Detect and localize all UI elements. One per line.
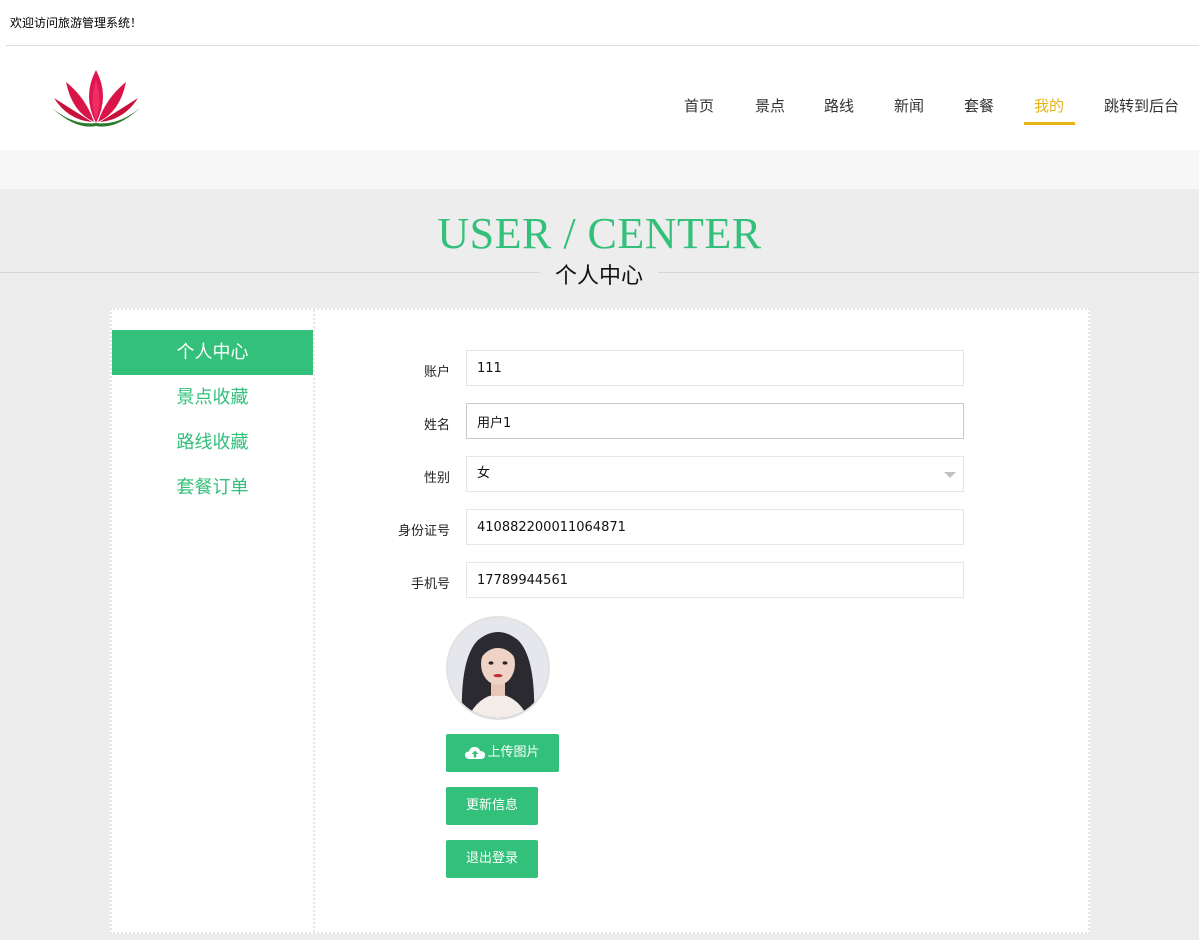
- welcome-text: 欢迎访问旅游管理系统！: [10, 16, 143, 30]
- cloud-upload-icon: [465, 746, 486, 759]
- update-info-button[interactable]: 更新信息: [446, 787, 538, 825]
- header: [0, 46, 1199, 150]
- name-label: 姓名: [423, 418, 450, 433]
- idcard-input[interactable]: [466, 509, 964, 545]
- avatar-image: [448, 618, 548, 718]
- chevron-down-icon[interactable]: [944, 472, 956, 478]
- nav-home[interactable]: 首页: [684, 95, 714, 116]
- sidebar-item-attraction-favorites[interactable]: 景点收藏: [112, 375, 313, 420]
- gender-select-value: 女: [477, 466, 491, 481]
- name-input[interactable]: [466, 403, 964, 439]
- account-input[interactable]: [466, 350, 964, 386]
- sub-bar: [0, 150, 1199, 189]
- logout-button[interactable]: 退出登录: [446, 840, 538, 878]
- page-title-en: USER / CENTER: [437, 209, 762, 258]
- phone-input[interactable]: [466, 562, 964, 598]
- avatar: [446, 616, 550, 720]
- nav-active-underline: [1024, 122, 1075, 125]
- sidebar-item-route-favorites[interactable]: 路线收藏: [112, 420, 313, 465]
- nav-mine[interactable]: 我的: [1034, 95, 1064, 116]
- user-center-panel: 个人中心 景点收藏 路线收藏 套餐订单 账户 姓名 性别 女 身份证号 手机号: [110, 308, 1090, 934]
- sidebar-item-profile[interactable]: 个人中心: [112, 330, 313, 375]
- upload-button-label: 上传图片: [487, 745, 540, 760]
- lotus-logo-icon[interactable]: [46, 68, 146, 128]
- upload-image-button[interactable]: 上传图片: [446, 734, 559, 772]
- top-bar: 欢迎访问旅游管理系统！: [0, 0, 1199, 46]
- nav-routes[interactable]: 路线: [824, 95, 854, 116]
- sidebar-item-package-orders[interactable]: 套餐订单: [112, 465, 313, 510]
- idcard-label: 身份证号: [397, 524, 450, 539]
- gender-label: 性别: [423, 471, 450, 486]
- phone-label: 手机号: [410, 577, 450, 592]
- sidebar: 个人中心 景点收藏 路线收藏 套餐订单: [112, 310, 315, 932]
- gender-select[interactable]: 女: [466, 456, 964, 492]
- nav-news[interactable]: 新闻: [894, 95, 924, 116]
- page-title-cn: 个人中心: [540, 258, 658, 290]
- nav-packages[interactable]: 套餐: [964, 95, 994, 116]
- nav-attractions[interactable]: 景点: [755, 95, 785, 116]
- account-label: 账户: [423, 365, 450, 380]
- nav-admin[interactable]: 跳转到后台: [1104, 95, 1179, 116]
